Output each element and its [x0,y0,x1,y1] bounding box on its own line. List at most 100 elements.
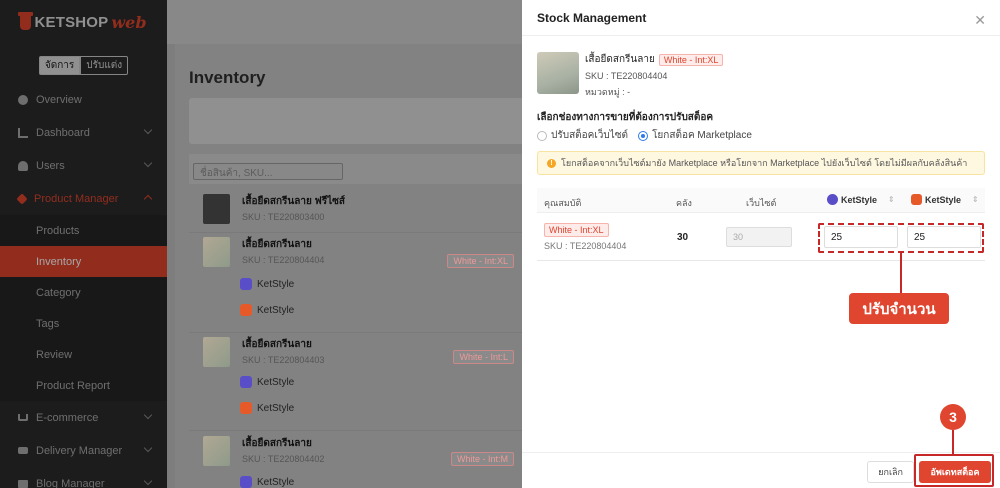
row-divider [189,232,522,233]
sidebar-item-label: Blog Manager [36,477,105,488]
row-divider [189,430,522,431]
sidebar-subitem-tags[interactable]: Tags [0,308,167,339]
main-content: Inventory ชื่อสินค้า, SKU... เสื้อยืดสกร… [167,0,522,488]
annotation-dashed-box [818,223,984,253]
inventory-page: Inventory ชื่อสินค้า, SKU... เสื้อยืดสกร… [175,44,522,488]
stock-table-header: คุณสมบัติ คลัง เว็บไซต์ KetStyle ⇕ KetSt… [537,188,985,213]
product-thumbnail [203,237,230,267]
product-sku: SKU : TE220804403 [242,355,325,365]
ketstyle-channel-icon [240,476,252,488]
radio-on-icon [638,130,649,141]
step-number-badge: 3 [940,404,966,430]
cup-logo-icon [18,11,34,30]
users-icon [18,160,28,171]
variant-badge: White - Int:XL [544,223,609,237]
channel-section-label: เลือกช่องทางการขายที่ต้องการปรับสต็อค [537,112,714,123]
product-image [537,52,579,94]
sidebar-subitem-products[interactable]: Products [0,215,167,246]
annotation-callout: ปรับจำนวน [849,293,949,324]
chevron-down-icon [143,158,153,168]
brand-name: KETSHOP [34,13,109,31]
stock-value: 30 [677,232,689,243]
info-banner [189,98,522,144]
product-sku: SKU : TE220804404 [585,71,668,81]
channel-row: KetStyle [240,304,294,316]
cart-icon [18,414,28,421]
product-title-row: เสื้อยืดสกรีนลาย White - Int:XL [585,52,724,67]
warning-notice: ! โยกสต็อคจากเว็บไซต์มายัง Marketplace ห… [537,151,985,175]
product-name: เสื้อยืดสกรีนลาย [242,438,312,449]
brand-suffix: web [111,12,147,32]
panel-header: Stock Management [522,0,1000,36]
channel-row: KetStyle [240,278,294,290]
tag-icon [16,192,28,205]
ketstyle-shop-icon [911,194,922,205]
ketstyle-shop-icon [240,402,252,414]
mode-toggle: จัดการ ปรับแต่ง [0,56,167,75]
channel-row: KetStyle [240,402,294,414]
sidebar-subitem-product-report[interactable]: Product Report [0,370,167,401]
sidebar-item-label: Dashboard [36,126,90,139]
sidebar-item-ecommerce[interactable]: E-commerce [0,401,167,434]
sidebar-item-label: E-commerce [36,411,99,424]
sidebar-item-users[interactable]: Users [0,149,167,182]
annotation-line [952,430,954,454]
col-attribute: คุณสมบัติ [544,198,582,208]
product-sku: SKU : TE220804404 [242,255,325,265]
channel-name: KetStyle [257,304,295,316]
mode-customize-button[interactable]: ปรับแต่ง [80,56,129,75]
sidebar-item-label: Delivery Manager [36,444,123,457]
radio-move-marketplace[interactable]: โยกสต็อค Marketplace [638,128,752,143]
sort-icon[interactable]: ⇕ [972,195,979,204]
ketstyle-channel-icon [827,194,838,205]
sidebar-item-product-manager[interactable]: Product Manager [0,182,167,215]
variant-badge: White - Int:XL [658,53,724,66]
sidebar-subitem-category[interactable]: Category [0,277,167,308]
sidebar-subitem-inventory[interactable]: Inventory [0,246,167,277]
sidebar-item-overview[interactable]: Overview [0,83,167,116]
panel-title: Stock Management [537,10,647,25]
website-qty-input: 30 [726,227,792,247]
logo[interactable]: KETSHOP web [0,0,167,44]
blog-icon [18,479,28,488]
col-ketstyle-shop[interactable]: KetStyle ⇕ [911,194,979,205]
product-sku: SKU : TE220803400 [242,212,325,222]
channel-row: KetStyle [240,476,294,488]
topbar [167,0,522,44]
warning-icon: ! [547,158,556,168]
product-summary: เสื้อยืดสกรีนลาย White - Int:XL SKU : TE… [537,52,724,99]
radio-label: ปรับสต็อคเว็บไซต์ [551,130,629,141]
ketstyle-channel-icon [240,278,252,290]
channel-name: KetStyle [257,278,295,290]
annotation-highlight-frame [914,454,994,487]
radio-adjust-website[interactable]: ปรับสต็อคเว็บไซต์ [537,128,628,143]
chevron-down-icon [143,443,153,453]
mode-manage-button[interactable]: จัดการ [38,56,81,75]
sidebar-item-dashboard[interactable]: Dashboard [0,116,167,149]
variant-sku: SKU : TE220804404 [544,241,627,251]
product-thumbnail [203,194,230,224]
bar-chart-icon [18,127,28,138]
radio-off-icon [537,130,547,141]
sidebar-subitem-review[interactable]: Review [0,339,167,370]
cancel-button[interactable]: ยกเลิก [867,461,914,483]
sidebar-item-label: Product Manager [34,192,119,205]
col-channel-label: KetStyle [841,194,878,205]
col-ketstyle-channel[interactable]: KetStyle ⇕ [827,194,895,205]
search-input[interactable]: ชื่อสินค้า, SKU... [193,163,343,180]
sidebar-item-label: Users [36,159,65,172]
chevron-down-icon [143,125,153,135]
sidebar: KETSHOP web จัดการ ปรับแต่ง Overview Das… [0,0,167,488]
chevron-up-icon [143,194,153,204]
sidebar-item-blog-manager[interactable]: Blog Manager [0,467,167,488]
table-row[interactable]: เสื้อยืดสกรีนลาย ฟรีไซส์ SKU : TE2208034… [189,194,522,224]
sidebar-item-delivery-manager[interactable]: Delivery Manager [0,434,167,467]
sort-icon[interactable]: ⇕ [888,195,895,204]
product-thumbnail [203,436,230,466]
chevron-down-icon [143,410,153,420]
truck-icon [18,447,28,454]
annotation-line [900,253,902,293]
close-icon[interactable]: ✕ [974,12,986,29]
chevron-down-icon [143,476,153,486]
warning-text: โยกสต็อคจากเว็บไซต์มายัง Marketplace หรื… [561,158,968,168]
